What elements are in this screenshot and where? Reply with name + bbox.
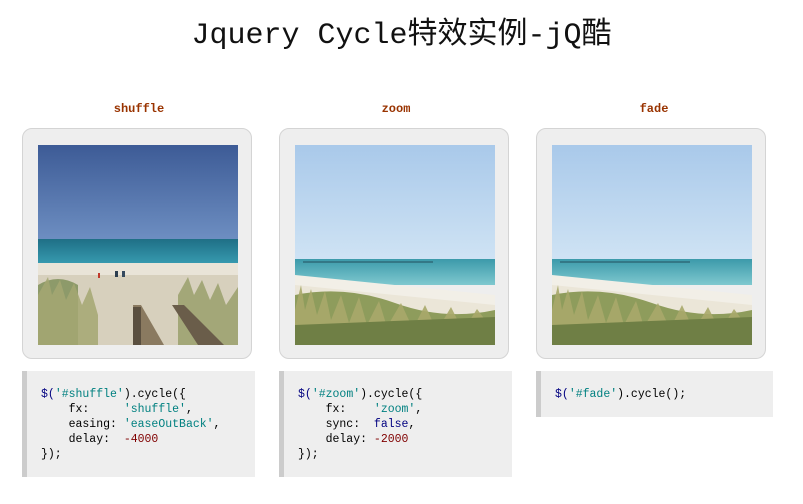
slideshow-frame-fade[interactable] [536,128,766,359]
demo-label-fade: fade [639,102,669,116]
slideshow-frame-zoom[interactable] [279,128,509,359]
page-title: Jquery Cycle特效实例-jQ酷 [191,19,612,53]
beach-dunes-photo[interactable] [295,145,495,345]
slideshow-frame-shuffle[interactable] [22,128,252,359]
code-sample-fade: $('#fade').cycle(); [536,371,773,417]
demo-label-shuffle: shuffle [113,102,165,116]
beach-dunes-photo[interactable] [552,145,752,345]
code-sample-zoom: $('#zoom').cycle({ fx: 'zoom', sync: fal… [279,371,512,477]
code-sample-shuffle: $('#shuffle').cycle({ fx: 'shuffle', eas… [22,371,255,477]
beach-boardwalk-photo[interactable] [38,145,238,345]
demo-label-zoom: zoom [381,102,411,116]
